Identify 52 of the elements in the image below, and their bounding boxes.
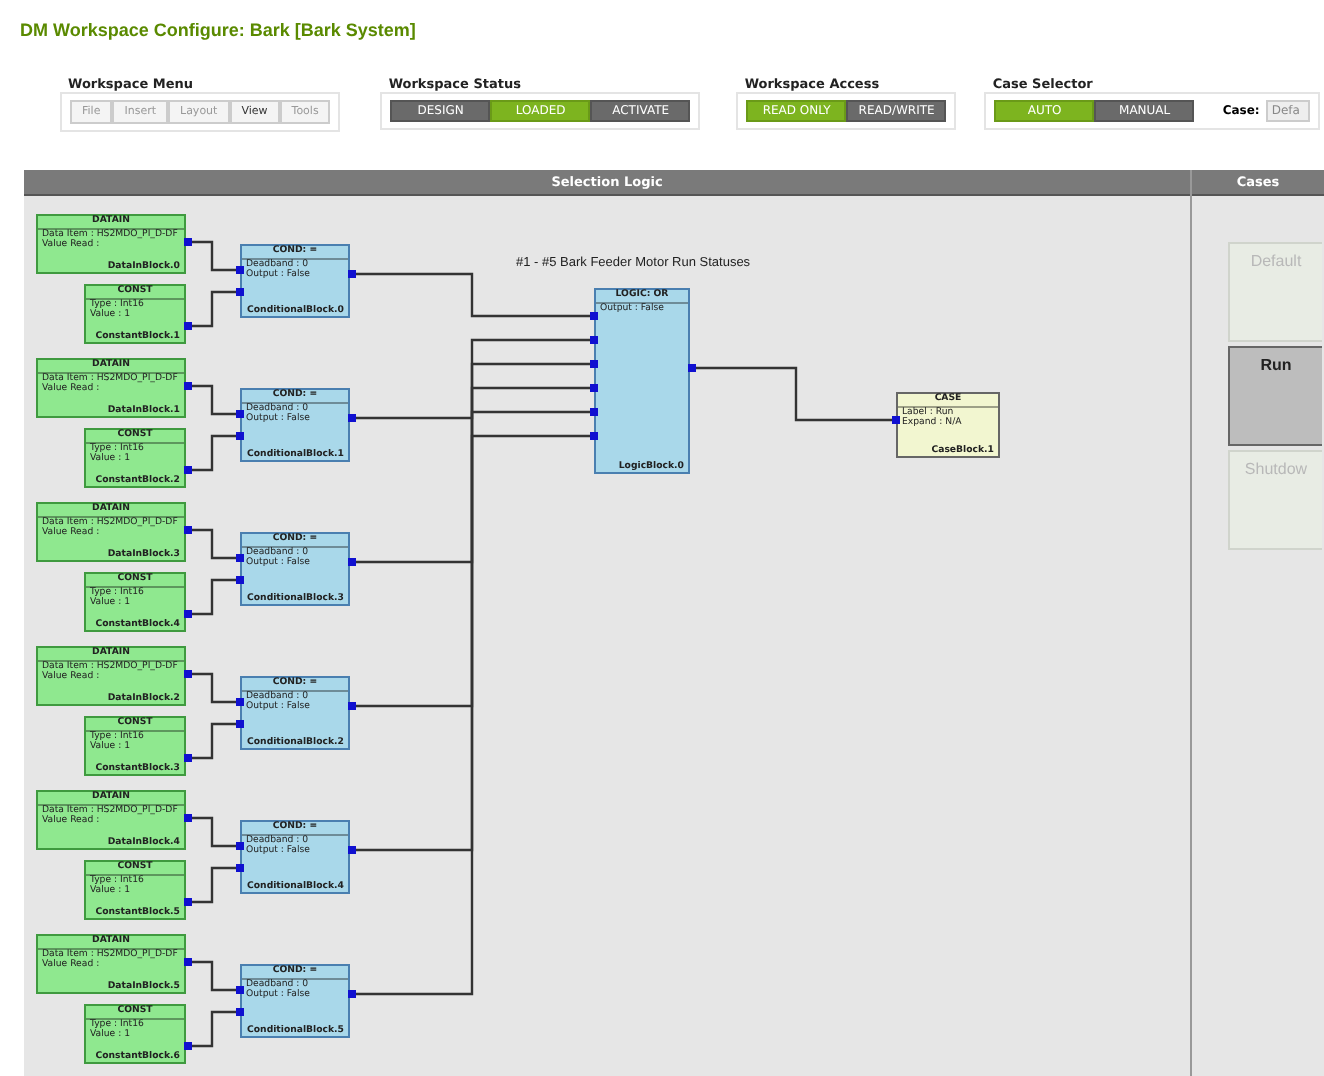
port-handle[interactable] [184, 610, 192, 618]
connector-line [188, 578, 238, 616]
page-title: DM Workspace Configure: Bark [Bark System] [18, 18, 418, 44]
port-handle[interactable] [236, 266, 244, 274]
port-handle[interactable] [348, 702, 356, 710]
port-handle[interactable] [590, 432, 598, 440]
connector-line [188, 816, 238, 848]
connector-line [188, 434, 238, 472]
port-handle[interactable] [236, 842, 244, 850]
port-handle[interactable] [184, 466, 192, 474]
port-handle[interactable] [236, 698, 244, 706]
port-handle[interactable] [184, 958, 192, 966]
port-handle[interactable] [184, 322, 192, 330]
port-handle[interactable] [184, 898, 192, 906]
port-handle[interactable] [590, 360, 598, 368]
port-handle[interactable] [590, 336, 598, 344]
port-handle[interactable] [892, 416, 900, 424]
port-handle[interactable] [236, 432, 244, 440]
port-handle[interactable] [184, 814, 192, 822]
port-handle[interactable] [236, 576, 244, 584]
connector-line [188, 866, 238, 904]
connector-line [188, 1010, 238, 1048]
port-handle[interactable] [236, 410, 244, 418]
port-handle[interactable] [236, 554, 244, 562]
port-handle[interactable] [590, 384, 598, 392]
port-handle[interactable] [184, 754, 192, 762]
port-handle[interactable] [184, 238, 192, 246]
port-handle[interactable] [236, 864, 244, 872]
connector-line [188, 384, 238, 416]
port-handle[interactable] [184, 382, 192, 390]
connector-line [188, 290, 238, 328]
connector-line [188, 960, 238, 992]
port-handle[interactable] [236, 288, 244, 296]
connector-line [188, 672, 238, 704]
port-handle[interactable] [236, 1008, 244, 1016]
port-handle[interactable] [184, 670, 192, 678]
port-handle[interactable] [688, 364, 696, 372]
port-handle[interactable] [348, 846, 356, 854]
port-handle[interactable] [184, 526, 192, 534]
port-handle[interactable] [348, 414, 356, 422]
port-handle[interactable] [184, 1042, 192, 1050]
connector-line [188, 528, 238, 560]
port-handle[interactable] [348, 270, 356, 278]
connector-line [188, 240, 238, 272]
port-handle[interactable] [348, 990, 356, 998]
case-tile[interactable]: Run [1228, 346, 1322, 446]
port-handle[interactable] [348, 558, 356, 566]
port-handle[interactable] [236, 986, 244, 994]
connector-line [188, 722, 238, 760]
port-handle[interactable] [590, 408, 598, 416]
port-handle[interactable] [236, 720, 244, 728]
port-handle[interactable] [590, 312, 598, 320]
